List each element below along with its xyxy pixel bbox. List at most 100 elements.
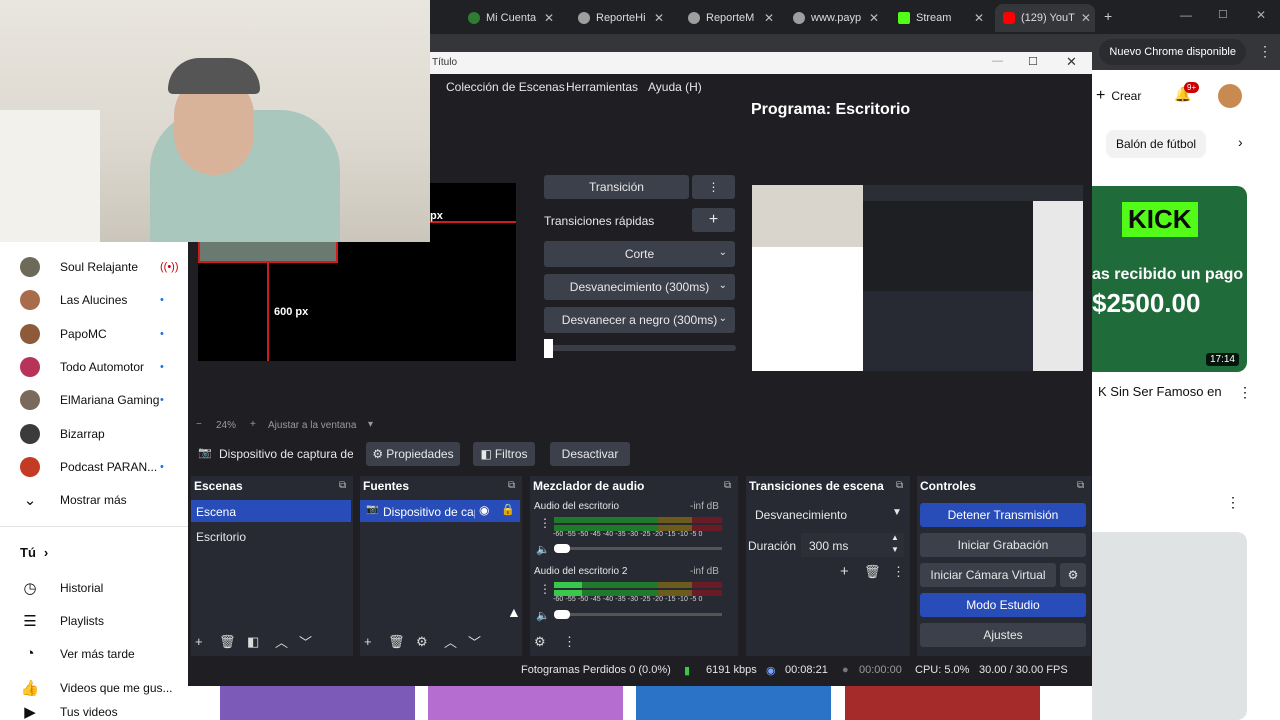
transition-menu-icon[interactable]: ⋮ xyxy=(692,175,735,199)
virtual-camera-settings-icon[interactable]: ⚙ xyxy=(1060,563,1086,587)
video-thumbnail[interactable] xyxy=(1092,532,1247,720)
move-up-icon[interactable]: ︿ xyxy=(275,632,288,651)
add-quick-transition-icon[interactable]: + xyxy=(692,208,735,232)
source-item-selected[interactable]: 📷 Dispositivo de cap ◉ 🔒 xyxy=(360,500,520,522)
close-tab-icon[interactable]: ✕ xyxy=(1081,11,1095,25)
browser-tab[interactable]: ReporteHi ✕ xyxy=(570,4,670,32)
volume-slider[interactable] xyxy=(554,547,722,550)
close-window-icon[interactable]: ✕ xyxy=(1256,8,1266,22)
minimize-icon[interactable]: — xyxy=(992,55,1003,67)
gear-icon[interactable]: ⚙ xyxy=(534,634,546,650)
add-scene-icon[interactable]: + xyxy=(195,634,203,649)
delete-source-icon[interactable]: 🗑 xyxy=(388,634,405,650)
t-bar-handle[interactable] xyxy=(544,339,553,358)
studio-mode-button[interactable]: Modo Estudio xyxy=(920,593,1086,617)
stop-streaming-button[interactable]: Detener Transmisión xyxy=(920,503,1086,527)
audio-menu-icon[interactable]: ⋮ xyxy=(539,582,551,596)
close-tab-icon[interactable]: ✕ xyxy=(654,11,670,25)
quick-transition-fade-black[interactable]: Desvanecer a negro (300ms) ⌄ xyxy=(544,307,735,333)
menu-scene-collection[interactable]: Colección de Escenas xyxy=(446,80,565,94)
show-more-button[interactable]: ⌄ Mostrar más xyxy=(20,483,127,516)
volume-slider-handle[interactable] xyxy=(554,544,570,553)
add-transition-icon[interactable]: + xyxy=(840,563,849,580)
close-window-icon[interactable]: ✕ xyxy=(1066,54,1077,70)
browser-tab[interactable]: www.payp ✕ xyxy=(785,4,885,32)
transition-button[interactable]: Transición xyxy=(544,175,689,199)
volume-slider-handle[interactable] xyxy=(554,610,570,619)
scene-item[interactable]: Escritorio xyxy=(191,525,351,547)
close-tab-icon[interactable]: ✕ xyxy=(869,11,885,25)
filters-icon[interactable]: ◧ xyxy=(247,634,259,650)
maximize-icon[interactable]: ☐ xyxy=(1218,8,1228,21)
sidebar-item-your-videos[interactable]: ▶ Tus videos xyxy=(20,704,117,720)
menu-tools[interactable]: Herramientas xyxy=(566,80,638,94)
video-menu-icon[interactable]: ⋮ xyxy=(1226,494,1240,511)
filter-chip[interactable]: Balón de fútbol xyxy=(1106,130,1207,158)
delete-transition-icon[interactable]: 🗑 xyxy=(864,564,881,580)
sidebar-item-playlists[interactable]: ☰ Playlists xyxy=(20,604,104,637)
new-tab-icon[interactable]: + xyxy=(1104,8,1112,24)
sidebar-item-history[interactable]: ◷ Historial xyxy=(20,571,103,604)
delete-scene-icon[interactable]: 🗑 xyxy=(219,634,236,650)
browser-tab[interactable]: Mi Cuenta ✕ xyxy=(460,4,560,32)
sidebar-channel[interactable]: PapoMC xyxy=(20,317,107,350)
sidebar-channel[interactable]: ElMariana Gaming xyxy=(20,383,159,416)
video-title[interactable]: K Sin Ser Famoso en xyxy=(1098,384,1222,399)
start-recording-button[interactable]: Iniciar Grabación xyxy=(920,533,1086,557)
move-down-icon[interactable]: ﹀ xyxy=(468,632,481,651)
t-bar-slider[interactable] xyxy=(544,345,736,351)
properties-button[interactable]: ⚙ Propiedades xyxy=(366,442,460,466)
zoom-in-icon[interactable]: + xyxy=(250,419,256,430)
scene-item-selected[interactable]: Escena xyxy=(191,500,351,522)
spin-up-icon[interactable]: ▲ xyxy=(891,533,899,542)
close-tab-icon[interactable]: ✕ xyxy=(544,11,560,25)
quick-transition-fade[interactable]: Desvanecimiento (300ms) ⌄ xyxy=(544,274,735,300)
start-virtual-camera-button[interactable]: Iniciar Cámara Virtual xyxy=(920,563,1056,587)
audio-menu-icon[interactable]: ⋮ xyxy=(539,516,551,530)
sidebar-channel[interactable]: Bizarrap xyxy=(20,417,105,450)
close-tab-icon[interactable]: ✕ xyxy=(974,11,990,25)
maximize-icon[interactable]: ☐ xyxy=(1028,55,1038,68)
sidebar-channel[interactable]: Todo Automotor xyxy=(20,350,144,383)
fit-window-select[interactable]: Ajustar a la ventana xyxy=(268,420,356,431)
video-thumbnail[interactable] xyxy=(220,686,415,720)
video-thumbnail[interactable]: KICK as recibido un pago $2500.00 17:14 xyxy=(1092,186,1247,372)
browser-tab[interactable]: ReporteM ✕ xyxy=(680,4,780,32)
chevron-right-icon[interactable]: › xyxy=(1238,134,1243,150)
undock-icon[interactable]: ⧉ xyxy=(724,480,731,491)
browser-tab-active[interactable]: (129) YouT ✕ xyxy=(995,4,1095,32)
settings-button[interactable]: Ajustes xyxy=(920,623,1086,647)
video-thumbnail[interactable] xyxy=(636,686,831,720)
gear-icon[interactable]: ⚙ xyxy=(416,634,428,650)
transition-menu-icon[interactable]: ⋮ xyxy=(892,564,905,580)
you-section-header[interactable]: Tú › xyxy=(20,536,48,569)
move-down-icon[interactable]: ﹀ xyxy=(299,632,312,651)
minimize-icon[interactable]: — xyxy=(1180,8,1192,22)
undock-icon[interactable]: ⧉ xyxy=(339,480,346,491)
sidebar-channel[interactable]: Podcast PARAN... xyxy=(20,450,157,483)
sidebar-channel[interactable]: Soul Relajante xyxy=(20,250,138,283)
volume-slider[interactable] xyxy=(554,613,722,616)
lock-icon[interactable]: 🔒 xyxy=(501,503,515,516)
mixer-menu-icon[interactable]: ⋮ xyxy=(563,634,576,650)
kebab-menu-icon[interactable]: ⋮ xyxy=(1258,43,1272,60)
video-menu-icon[interactable]: ⋮ xyxy=(1238,384,1252,401)
close-tab-icon[interactable]: ✕ xyxy=(764,11,780,25)
spin-down-icon[interactable]: ▼ xyxy=(891,545,899,554)
zoom-out-icon[interactable]: − xyxy=(196,419,202,430)
sidebar-item-watch-later[interactable]: ◔ Ver más tarde xyxy=(20,637,134,670)
sidebar-item-liked[interactable]: 👍 Videos que me gus... xyxy=(20,671,173,704)
video-thumbnail[interactable] xyxy=(845,686,1040,720)
undock-icon[interactable]: ⧉ xyxy=(508,480,515,491)
speaker-icon[interactable]: 🔈 xyxy=(536,543,550,556)
menu-help[interactable]: Ayuda (H) xyxy=(648,80,702,94)
user-avatar[interactable] xyxy=(1218,84,1242,108)
sidebar-channel[interactable]: Las Alucines xyxy=(20,283,127,316)
chevron-down-icon[interactable]: ▾ xyxy=(368,419,373,430)
move-up-icon[interactable]: ︿ xyxy=(444,632,457,651)
undock-icon[interactable]: ⧉ xyxy=(1077,480,1084,491)
visibility-eye-icon[interactable]: ◉ xyxy=(479,503,489,517)
update-chrome-button[interactable]: Nuevo Chrome disponible xyxy=(1099,39,1246,65)
browser-tab[interactable]: Stream ✕ xyxy=(890,4,990,32)
duration-spinbox[interactable]: 300 ms ▲ ▼ xyxy=(801,533,904,557)
